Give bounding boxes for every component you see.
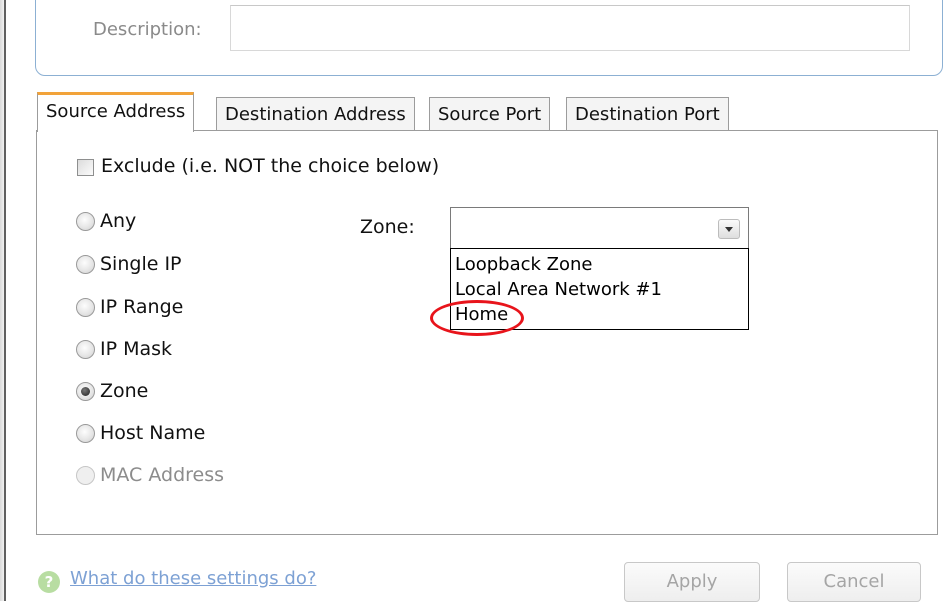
radio-single-ip[interactable]: Single IP <box>76 251 182 277</box>
radio-label: Any <box>100 210 137 232</box>
radio-label: MAC Address <box>100 464 225 486</box>
highlight-ellipse <box>430 300 524 336</box>
apply-button[interactable]: Apply <box>624 562 760 602</box>
window-edge-shadow <box>4 0 6 601</box>
radio-ip-range[interactable]: IP Range <box>76 294 183 320</box>
tab-destination-address[interactable]: Destination Address <box>216 97 415 131</box>
chevron-down-icon[interactable] <box>718 219 740 239</box>
radio-button-selected[interactable] <box>76 381 95 401</box>
zone-select[interactable] <box>450 207 749 249</box>
description-input[interactable] <box>230 5 910 51</box>
radio-mac-address: MAC Address <box>76 462 224 488</box>
radio-label: Host Name <box>100 422 206 444</box>
zone-label: Zone: <box>360 216 415 238</box>
radio-any[interactable]: Any <box>76 208 136 234</box>
radio-zone[interactable]: Zone <box>76 378 148 404</box>
radio-label: Single IP <box>100 253 182 275</box>
tab-source-address[interactable]: Source Address <box>37 92 195 132</box>
radio-button[interactable] <box>76 254 95 274</box>
radio-button[interactable] <box>76 423 95 443</box>
radio-ip-mask[interactable]: IP Mask <box>76 336 172 362</box>
radio-host-name[interactable]: Host Name <box>76 420 205 446</box>
radio-button[interactable] <box>76 297 95 317</box>
cancel-button[interactable]: Cancel <box>787 562 921 602</box>
radio-button-disabled <box>76 465 95 485</box>
radio-label: IP Mask <box>100 338 173 360</box>
tab-destination-port[interactable]: Destination Port <box>566 97 729 131</box>
radio-button[interactable] <box>76 211 95 231</box>
radio-label: IP Range <box>100 296 184 318</box>
exclude-label[interactable]: Exclude (i.e. NOT the choice below) <box>101 155 439 177</box>
zone-option-lan[interactable]: Local Area Network #1 <box>455 279 662 300</box>
exclude-checkbox[interactable] <box>77 159 94 176</box>
radio-button[interactable] <box>76 339 95 359</box>
radio-label: Zone <box>100 380 149 402</box>
description-label: Description: <box>93 19 202 40</box>
zone-option-loopback[interactable]: Loopback Zone <box>455 254 593 275</box>
help-link[interactable]: What do these settings do? <box>70 568 316 589</box>
tab-source-port[interactable]: Source Port <box>429 97 551 131</box>
help-icon: ? <box>38 571 60 593</box>
